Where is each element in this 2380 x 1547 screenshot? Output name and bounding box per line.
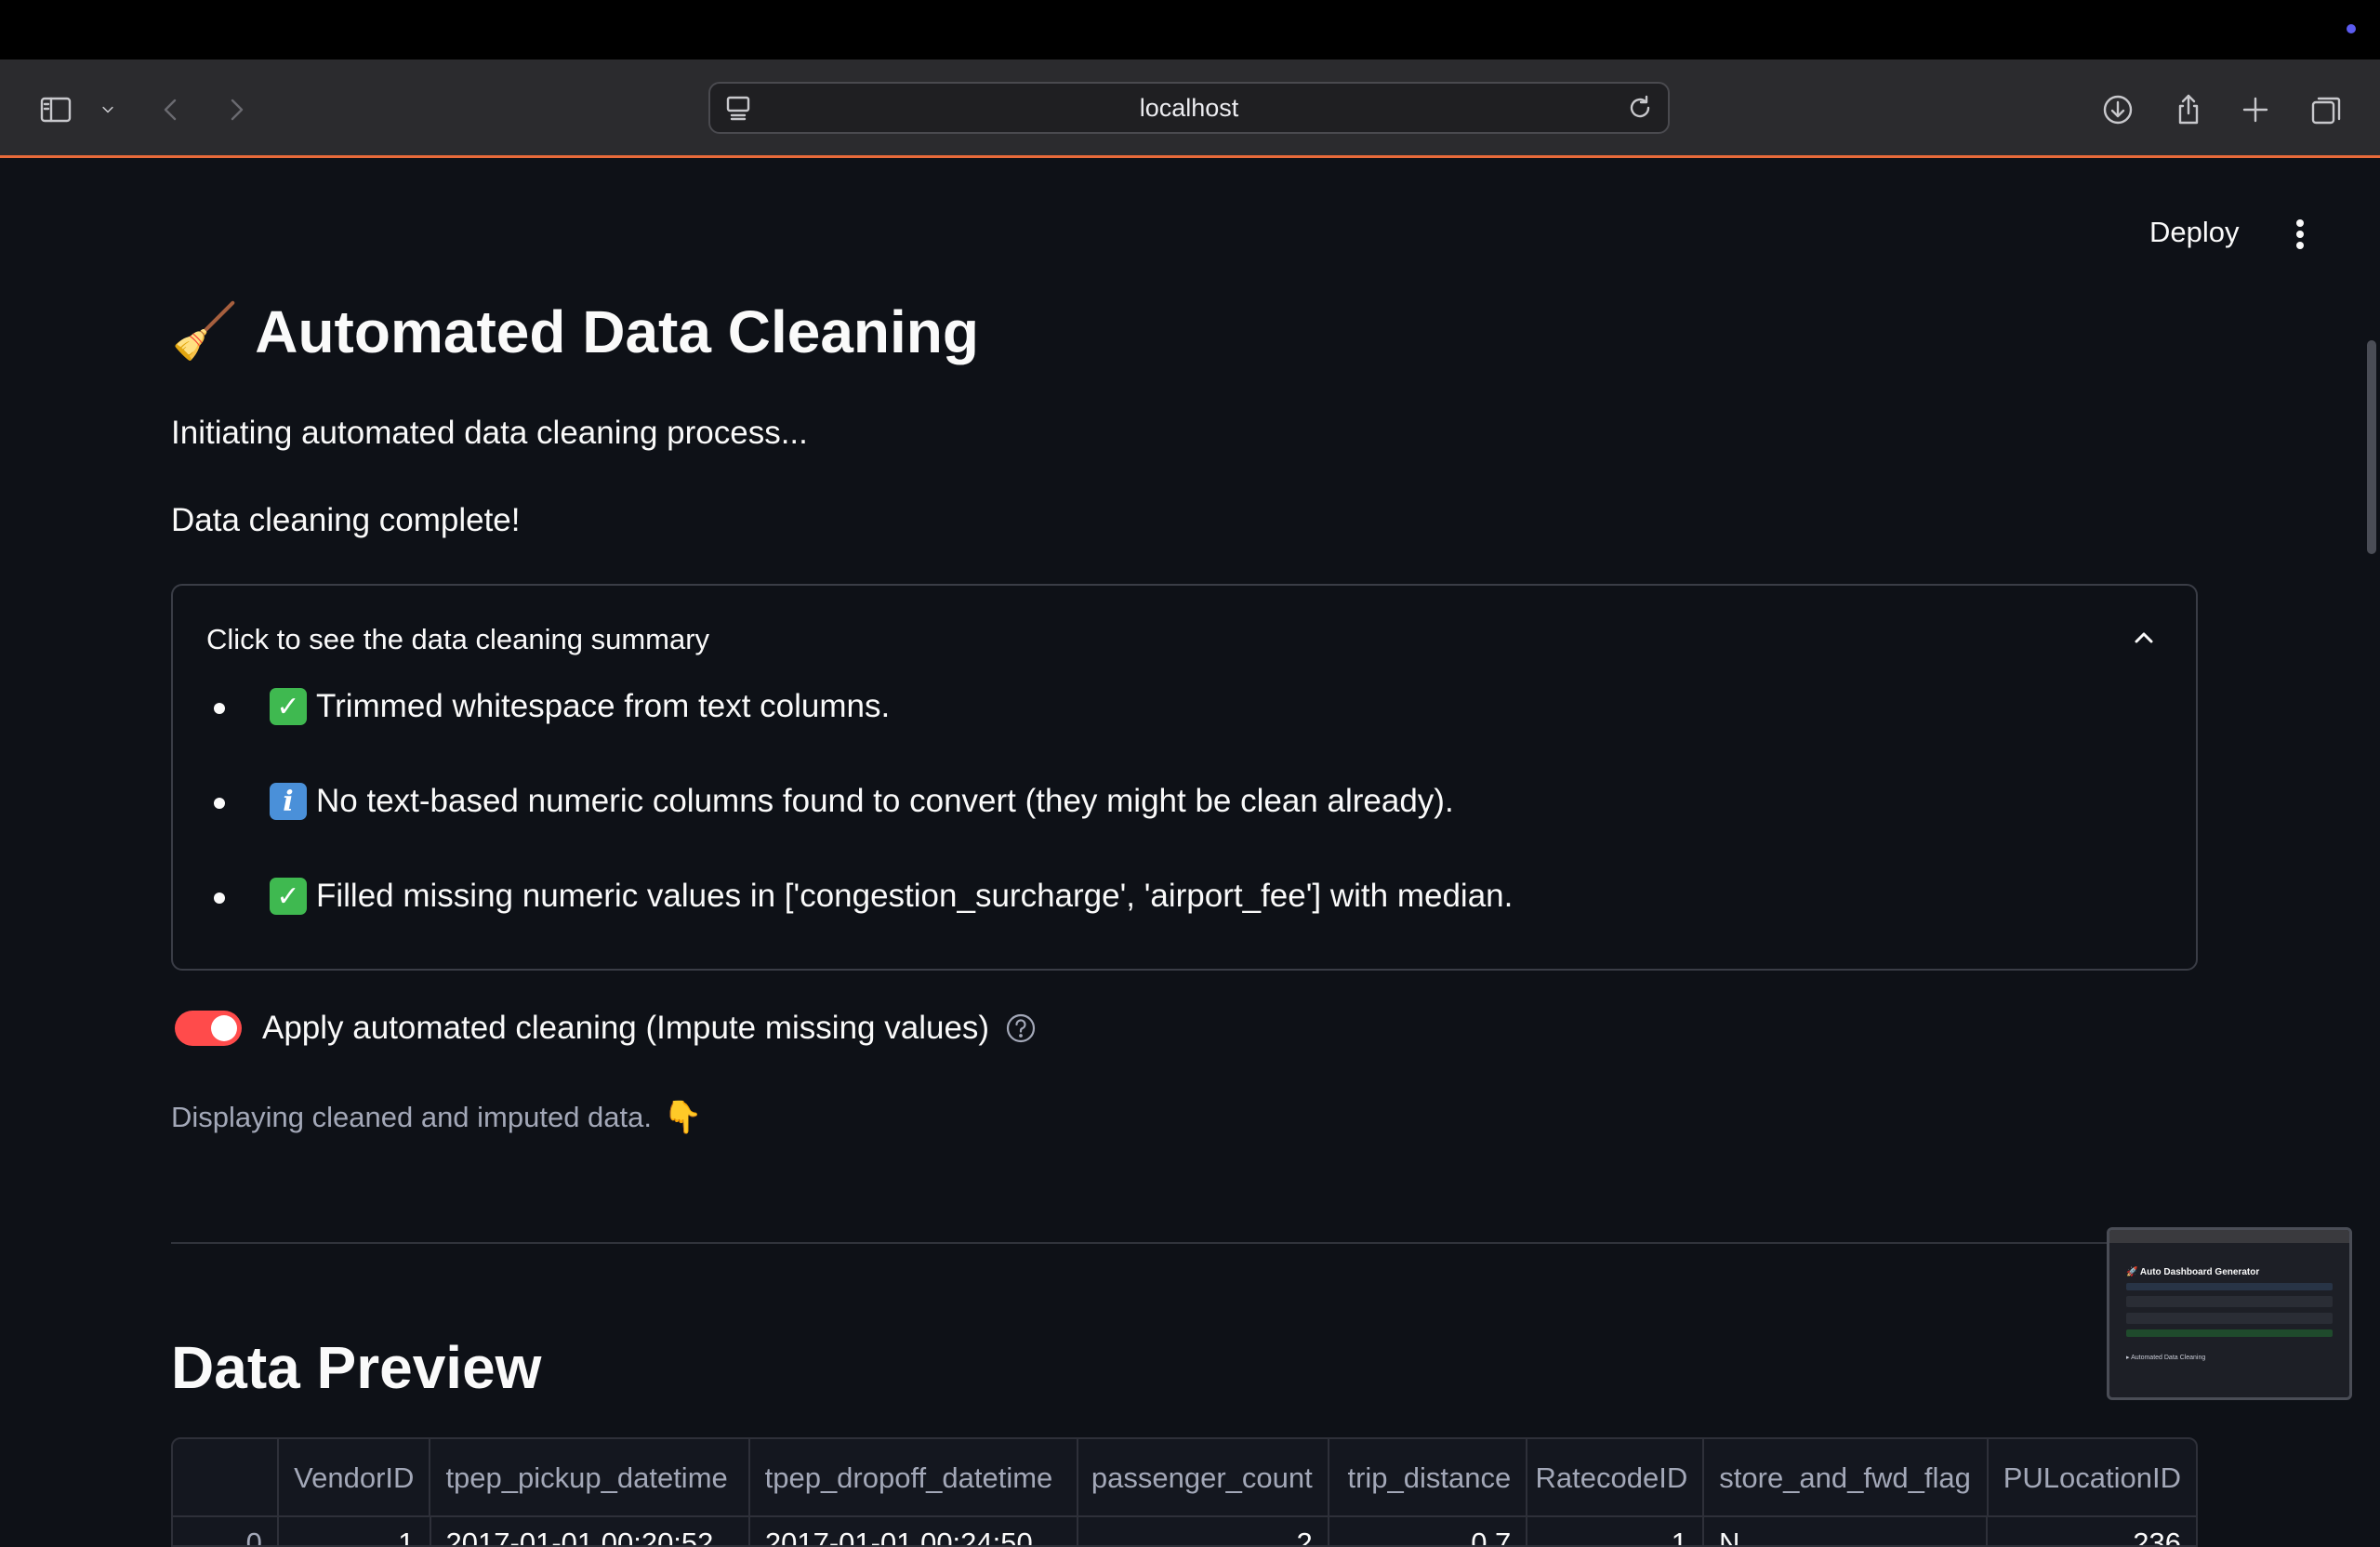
table-cell: 0.7 <box>1329 1517 1528 1545</box>
table-cell: 2017-01-01 00:24:50 <box>750 1517 1079 1545</box>
table-cell: 1 <box>279 1517 431 1545</box>
column-header[interactable]: passenger_count <box>1078 1439 1329 1517</box>
cleaning-summary-expander: Click to see the data cleaning summary ✓… <box>171 584 2198 971</box>
caption-text: Displaying cleaned and imputed data. 👇 <box>171 1099 702 1136</box>
impute-toggle[interactable] <box>175 1011 242 1046</box>
thumbnail-bar <box>2126 1283 2333 1290</box>
table-cell: 2017-01-01 00:20:52 <box>431 1517 750 1545</box>
sidebar-toggle-icon[interactable] <box>37 91 74 128</box>
pointing-down-icon: 👇 <box>663 1100 703 1135</box>
column-header[interactable]: VendorID <box>279 1439 431 1517</box>
deploy-button[interactable]: Deploy <box>2133 212 2256 253</box>
chevron-up-icon[interactable] <box>2127 621 2161 654</box>
table-cell: 2 <box>1078 1517 1329 1545</box>
menu-bar <box>0 0 2380 60</box>
back-icon[interactable] <box>152 91 190 128</box>
index-header <box>173 1439 279 1517</box>
page-title-text: Automated Data Cleaning <box>255 298 979 365</box>
bullet-icon <box>214 798 225 809</box>
bullet-icon <box>214 703 225 714</box>
column-header[interactable]: tpep_dropoff_datetime <box>750 1439 1078 1517</box>
browser-toolbar: localhost <box>0 60 2380 158</box>
table-cell: 0 <box>173 1517 279 1545</box>
status-initiating: Initiating automated data cleaning proce… <box>171 415 808 451</box>
thumbnail-bar <box>2126 1313 2333 1324</box>
check-mark-icon: ✓ <box>270 688 307 725</box>
thumbnail-bar <box>2126 1329 2333 1337</box>
expander-header[interactable]: Click to see the data cleaning summary <box>206 623 709 656</box>
table-cell: 236 <box>2133 1527 2181 1547</box>
thumbnail-footer: ▸ Automated Data Cleaning <box>2126 1355 2206 1361</box>
reload-icon[interactable] <box>1625 93 1655 123</box>
list-item: ✓ Filled missing numeric values in ['con… <box>214 878 1513 972</box>
caption-label: Displaying cleaned and imputed data. <box>171 1101 653 1133</box>
new-tab-icon[interactable] <box>2237 91 2274 128</box>
column-header[interactable]: trip_distance <box>1329 1439 1528 1517</box>
table-cell: 1 <box>1527 1517 1704 1545</box>
address-bar[interactable]: localhost <box>708 82 1670 134</box>
window-thumbnail[interactable]: 🚀 Auto Dashboard Generator ▸ Automated D… <box>2107 1227 2352 1400</box>
help-icon[interactable] <box>1004 1012 1038 1045</box>
table-header-row: VendorID tpep_pickup_datetime tpep_dropo… <box>173 1439 2196 1517</box>
chevron-down-icon[interactable] <box>89 91 126 128</box>
list-item: i No text-based numeric columns found to… <box>214 783 1513 878</box>
tab-overview-icon[interactable] <box>2307 91 2345 128</box>
forward-icon[interactable] <box>218 91 255 128</box>
page-title: 🧹 Automated Data Cleaning <box>171 298 979 366</box>
scrollbar[interactable] <box>2367 340 2376 554</box>
toggle-label[interactable]: Apply automated cleaning (Impute missing… <box>262 1010 989 1047</box>
summary-item-text: Filled missing numeric values in ['conge… <box>316 878 1514 914</box>
main-menu-icon[interactable] <box>2283 216 2317 253</box>
table-row[interactable]: 0 1 2017-01-01 00:20:52 2017-01-01 00:24… <box>173 1517 2196 1547</box>
broom-icon: 🧹 <box>171 301 239 362</box>
toggle-knob <box>211 1015 237 1041</box>
column-header[interactable]: store_and_fwd_flag <box>1704 1439 1989 1517</box>
impute-toggle-row: Apply automated cleaning (Impute missing… <box>175 1010 1038 1047</box>
bullet-icon <box>214 892 225 904</box>
status-dot-icon <box>2347 24 2356 33</box>
info-icon: i <box>270 783 307 820</box>
column-header[interactable]: RatecodeID <box>1527 1439 1705 1517</box>
column-header[interactable]: PULocationID <box>1989 1439 2196 1517</box>
column-header[interactable]: tpep_pickup_datetime <box>430 1439 750 1517</box>
thumbnail-title: 🚀 Auto Dashboard Generator <box>2126 1267 2260 1277</box>
table-cell: N <box>1704 1517 1989 1545</box>
downloads-icon[interactable] <box>2099 91 2136 128</box>
site-settings-icon[interactable] <box>723 93 753 123</box>
divider <box>171 1242 2198 1244</box>
summary-item-text: No text-based numeric columns found to c… <box>316 783 1454 819</box>
status-complete: Data cleaning complete! <box>171 502 521 538</box>
share-icon[interactable] <box>2170 91 2207 128</box>
summary-item-text: Trimmed whitespace from text columns. <box>316 688 891 724</box>
summary-list: ✓ Trimmed whitespace from text columns. … <box>214 688 1513 972</box>
thumbnail-bar <box>2126 1296 2333 1307</box>
data-preview-table[interactable]: VendorID tpep_pickup_datetime tpep_dropo… <box>171 1437 2198 1547</box>
url-text: localhost <box>1139 93 1239 122</box>
section-title: Data Preview <box>171 1334 542 1401</box>
thumbnail-toolbar <box>2109 1230 2349 1243</box>
check-mark-icon: ✓ <box>270 878 307 915</box>
list-item: ✓ Trimmed whitespace from text columns. <box>214 688 1513 783</box>
